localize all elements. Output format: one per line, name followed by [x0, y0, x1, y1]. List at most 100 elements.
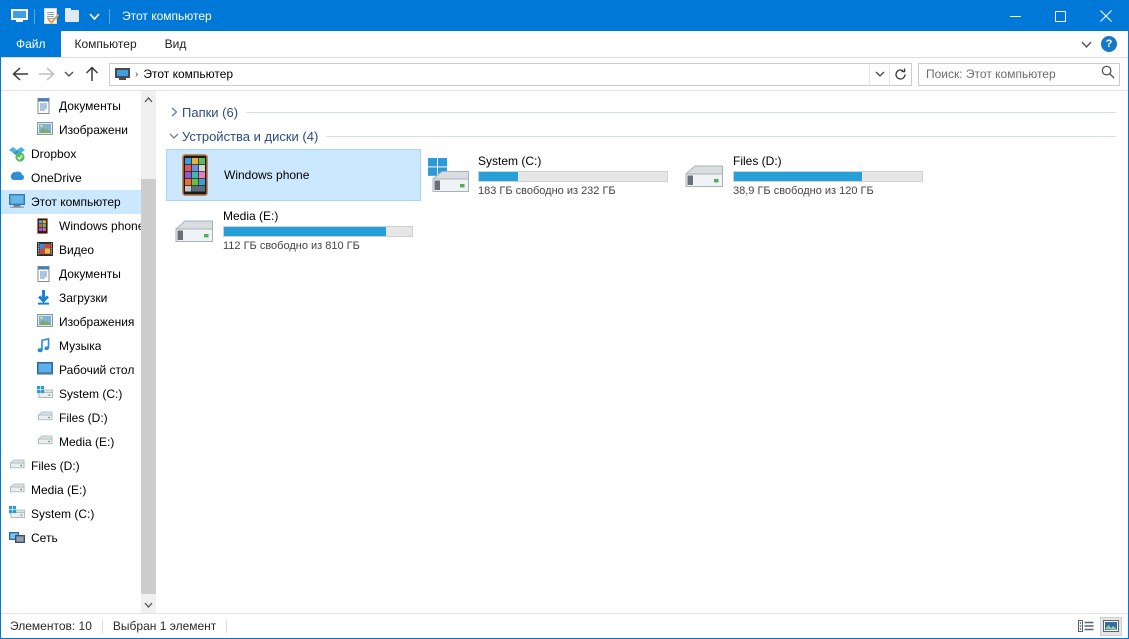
sidebar-item-label: System (C:): [59, 387, 123, 401]
view-buttons: [1075, 616, 1122, 636]
sidebar-item-загрузки[interactable]: Загрузки: [1, 286, 156, 310]
sidebar-item-label: Windows phone: [59, 219, 145, 233]
details-view-icon[interactable]: [1075, 617, 1097, 636]
drive-icon: [170, 213, 218, 247]
item-count: Элементов: 10: [10, 619, 92, 633]
forward-button[interactable]: [33, 62, 59, 86]
group-header-folders[interactable]: Папки (6): [166, 101, 1128, 123]
capacity-bar: [733, 170, 923, 182]
chevron-down-icon[interactable]: [141, 596, 156, 613]
phone-icon: [171, 154, 219, 196]
tab-computer[interactable]: Компьютер: [61, 31, 151, 57]
device-tile[interactable]: Windows phone: [166, 149, 421, 201]
sidebar-item-label: Рабочий стол: [59, 363, 135, 377]
sidebar-item-label: Загрузки: [59, 291, 108, 305]
refresh-button[interactable]: [889, 63, 911, 85]
device-tile[interactable]: System (C:) 183 ГБ свободно из 232 ГБ: [421, 149, 676, 201]
device-info: Media (E:) 112 ГБ свободно из 810 ГБ: [218, 209, 417, 252]
status-divider: [101, 619, 103, 633]
device-name: System (C:): [478, 153, 542, 168]
network-icon: [9, 530, 25, 546]
device-tile[interactable]: Media (E:) 112 ГБ свободно из 810 ГБ: [166, 204, 421, 256]
search-icon[interactable]: [1101, 65, 1115, 84]
properties-icon[interactable]: [39, 5, 61, 27]
sidebar-item-label: Музыка: [59, 339, 102, 353]
pictures-icon: [37, 122, 53, 138]
window-title: Этот компьютер: [122, 9, 212, 23]
sidebar-item-изображени[interactable]: Изображени: [1, 118, 156, 142]
device-info: Windows phone: [219, 168, 416, 182]
computer-icon: [115, 67, 130, 81]
drive-icon: [9, 482, 25, 498]
breadcrumb[interactable]: › Этот компьютер: [110, 67, 869, 81]
sidebar-item-windows-phone[interactable]: Windows phone: [1, 214, 156, 238]
computer-icon[interactable]: [8, 5, 30, 27]
sidebar-item-документы[interactable]: Документы: [1, 262, 156, 286]
maximize-button[interactable]: [1038, 1, 1083, 31]
sidebar-item-system-c-[interactable]: System (C:): [1, 382, 156, 406]
group-rule: [246, 111, 1116, 113]
scrollbar-thumb[interactable]: [141, 179, 156, 594]
sidebar-item-этот-компьютер[interactable]: Этот компьютер: [1, 190, 156, 214]
minimize-button[interactable]: [993, 1, 1038, 31]
sidebar-scrollbar[interactable]: [141, 91, 156, 613]
sidebar-item-files-d-[interactable]: Files (D:): [1, 406, 156, 430]
search-input[interactable]: Поиск: Этот компьютер: [918, 62, 1120, 86]
sidebar-item-label: Dropbox: [31, 147, 77, 161]
customize-chevron-icon[interactable]: [83, 5, 105, 27]
dropbox-icon: [9, 146, 25, 162]
drive-icon: [9, 458, 25, 474]
sidebar-item-label: Документы: [59, 267, 121, 281]
chevron-right-icon[interactable]: [166, 107, 182, 117]
sidebar-item-документы[interactable]: Документы: [1, 94, 156, 118]
sidebar-item-изображения[interactable]: Изображения: [1, 310, 156, 334]
video-icon: [37, 242, 53, 258]
help-button[interactable]: ?: [1101, 36, 1117, 52]
large-icons-view-icon[interactable]: [1100, 616, 1122, 636]
sidebar-item-system-c-[interactable]: System (C:): [1, 502, 156, 526]
sidebar-item-музыка[interactable]: Музыка: [1, 334, 156, 358]
drive-icon: [37, 434, 53, 450]
sidebar-item-files-d-[interactable]: Files (D:): [1, 454, 156, 478]
sidebar-item-label: Сеть: [31, 531, 58, 545]
sidebar-item-label: Media (E:): [31, 483, 87, 497]
close-button[interactable]: [1083, 1, 1128, 31]
address-bar: › Этот компьютер Поиск: Этот компьютер: [1, 58, 1128, 90]
sidebar-item-видео[interactable]: Видео: [1, 238, 156, 262]
device-name: Files (D:): [733, 153, 782, 168]
chevron-down-icon[interactable]: [166, 133, 182, 140]
computer-icon: [9, 194, 25, 210]
device-info: System (C:) 183 ГБ свободно из 232 ГБ: [473, 154, 672, 197]
address-dropdown-button[interactable]: [869, 63, 889, 85]
group-header-devices[interactable]: Устройства и диски (4): [166, 125, 1128, 147]
sidebar-item-media-e-[interactable]: Media (E:): [1, 478, 156, 502]
downloads-icon: [37, 290, 53, 306]
sidebar-item-рабочий-стол[interactable]: Рабочий стол: [1, 358, 156, 382]
chevron-up-icon[interactable]: [141, 91, 156, 108]
address-input[interactable]: › Этот компьютер: [109, 62, 912, 86]
capacity-bar-fill: [734, 171, 862, 181]
new-folder-icon[interactable]: [61, 5, 83, 27]
sidebar-item-label: System (C:): [31, 507, 95, 521]
device-tile[interactable]: Files (D:) 38,9 ГБ свободно из 120 ГБ: [676, 149, 931, 201]
tab-view[interactable]: Вид: [151, 31, 201, 57]
drive-icon: [37, 410, 53, 426]
up-button[interactable]: [79, 62, 105, 86]
sidebar-item-dropbox[interactable]: Dropbox: [1, 142, 156, 166]
sidebar-item-label: OneDrive: [31, 171, 82, 185]
back-button[interactable]: [7, 62, 33, 86]
chevron-down-icon[interactable]: [1081, 35, 1092, 53]
windows-drive-icon: [37, 386, 53, 402]
status-divider-2: [226, 619, 228, 633]
sidebar-item-сеть[interactable]: Сеть: [1, 526, 156, 550]
tab-file[interactable]: Файл: [1, 31, 61, 57]
sidebar-item-label: Изображения: [59, 315, 135, 329]
sidebar-item-onedrive[interactable]: OneDrive: [1, 166, 156, 190]
sidebar-item-media-e-[interactable]: Media (E:): [1, 430, 156, 454]
status-bar: Элементов: 10 Выбран 1 элемент: [1, 613, 1128, 638]
capacity-text: 183 ГБ свободно из 232 ГБ: [478, 184, 616, 197]
breadcrumb-current: Этот компьютер: [143, 67, 234, 81]
group-title: Устройства и диски (4): [182, 128, 319, 144]
recent-locations-button[interactable]: [59, 62, 79, 86]
capacity-bar: [223, 225, 413, 237]
